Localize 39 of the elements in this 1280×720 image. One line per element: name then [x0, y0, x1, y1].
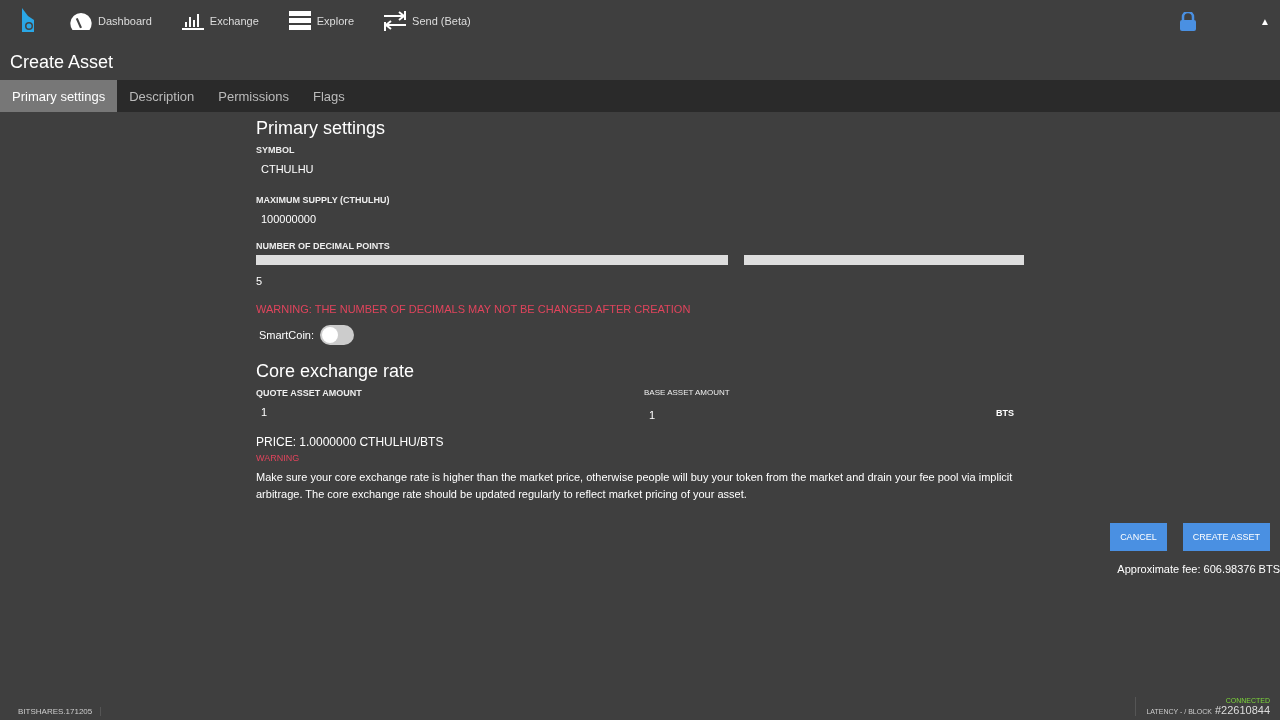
gauge-icon	[70, 12, 92, 30]
block-number: #22610844	[1214, 704, 1270, 716]
field-label: BASE ASSET AMOUNT	[644, 388, 731, 397]
decimals-slider[interactable]	[256, 255, 1024, 265]
tab[interactable]: Flags	[301, 80, 357, 112]
page-title: Create Asset	[9, 51, 115, 74]
price-text: PRICE: 1.0000000 CTHULHU/BTS	[256, 435, 445, 449]
warning-title: WARNING	[256, 453, 301, 463]
version-text: BITSHARES.171205	[18, 707, 102, 716]
field-label: QUOTE ASSET AMOUNT	[256, 388, 363, 398]
lock-icon[interactable]	[1180, 11, 1197, 31]
tab[interactable]: Primary settings	[0, 80, 118, 112]
quote-amount-field[interactable]: 1	[256, 398, 636, 426]
logo-icon[interactable]	[20, 8, 36, 34]
caret-icon[interactable]: ▲	[1260, 15, 1270, 27]
supply-field[interactable]: 100000000	[256, 205, 1024, 233]
nav-link[interactable]: Exchange	[181, 12, 259, 30]
section-heading: Primary settings	[256, 118, 387, 139]
tab[interactable]: Description	[117, 80, 207, 112]
field-label: NUMBER OF DECIMAL POINTS	[256, 241, 391, 251]
decimals-value: 5	[256, 275, 264, 287]
unit-label: BTS	[996, 408, 1014, 418]
field-label: MAXIMUM SUPPLY (CTHULHU)	[256, 195, 391, 205]
tab[interactable]: Permissions	[206, 80, 302, 112]
smartcoin-label: SmartCoin:	[259, 329, 315, 341]
warning-text: WARNING: THE NUMBER OF DECIMALS MAY NOT BE CHANGED AFTER CREATION	[256, 303, 692, 315]
nav-link[interactable]: Send (Beta)	[384, 11, 471, 31]
warning-paragraph: Make sure your core exchange rate is higher than the market price, otherwise people will buy your token from the market and drain your fee pool via implicit arbitrage. The core exchange rate should be updated regularly to reflect market pricing of your asset.	[256, 470, 1014, 502]
bar-chart-icon	[181, 12, 204, 30]
base-amount-field[interactable]: 1	[644, 401, 996, 429]
smartcoin-toggle[interactable]	[320, 325, 355, 345]
field-label: SYMBOL	[256, 145, 296, 155]
section-heading: Core exchange rate	[256, 361, 416, 382]
symbol-field[interactable]: CTHULHU	[256, 155, 1024, 183]
fee-text: Approximate fee: 606.98376 BTS	[1117, 563, 1280, 575]
server-icon	[288, 11, 311, 31]
transfer-icon	[384, 11, 407, 31]
nav-link[interactable]: Dashboard	[70, 12, 152, 30]
nav-link[interactable]: Explore	[288, 11, 355, 31]
